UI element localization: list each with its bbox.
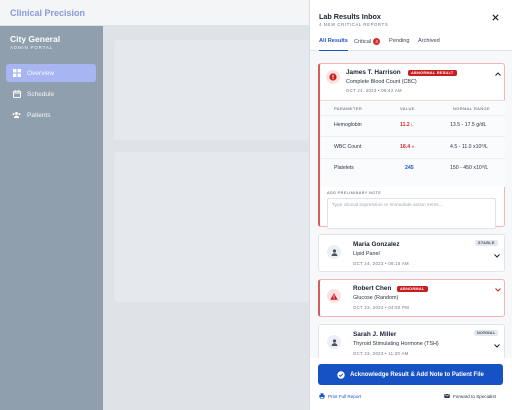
result-card[interactable]: James T. Harrison ABNORMAL RESULT Comple… <box>318 63 505 229</box>
placeholder-card <box>114 40 309 140</box>
test-name: Thyroid Stimulating Hormone (TSH) <box>353 341 439 347</box>
patient-name: Sarah J. Miller <box>353 331 397 338</box>
result-card[interactable]: Sarah J. Miller NORMAL Thyroid Stimulati… <box>318 324 505 358</box>
param-value: 245 <box>405 165 414 171</box>
status-badge: ABNORMAL <box>397 286 428 292</box>
calendar-icon <box>12 90 21 99</box>
acknowledge-button[interactable]: Acknowledge Result & Add Note to Patient… <box>318 364 503 385</box>
param-value: 11.2 L <box>400 122 413 128</box>
person-icon <box>327 245 341 259</box>
results-list: James T. Harrison ABNORMAL RESULT Comple… <box>310 51 512 358</box>
check-circle-icon <box>337 370 345 379</box>
sidebar: City General ADMIN PORTAL Overview Sched… <box>0 26 103 410</box>
org-subtitle: ADMIN PORTAL <box>10 45 53 50</box>
close-icon[interactable] <box>490 12 500 22</box>
org-name: City General <box>10 34 61 44</box>
chevron-down-icon[interactable] <box>493 252 500 259</box>
forward-label: Forward to Specialist <box>453 393 496 399</box>
test-name: Glucose (Random) <box>353 295 399 301</box>
lab-results-panel: Lab Results Inbox 4 NEW CRITICAL REPORTS… <box>309 0 512 410</box>
param-value: 18.4 H <box>400 144 414 150</box>
forward-icon <box>444 394 450 398</box>
chevron-up-icon[interactable] <box>494 70 501 77</box>
app-window: { "app":{"brand":"Clinical Precision"}, … <box>0 0 512 410</box>
app-brand: Clinical Precision <box>10 8 86 18</box>
chevron-down-icon[interactable] <box>493 342 500 349</box>
status-badge: STABLE <box>475 240 498 246</box>
param-name: Hemoglobin <box>334 122 362 128</box>
forward-specialist-link[interactable]: Forward to Specialist <box>444 393 496 399</box>
divider <box>320 115 505 116</box>
critical-count-badge: 4 <box>373 38 381 45</box>
preliminary-note-input[interactable] <box>327 198 496 229</box>
printer-icon <box>319 393 325 399</box>
status-badge: ABNORMAL RESULT <box>408 70 457 76</box>
sidebar-item-label: Patients <box>27 111 51 119</box>
param-name: WBC Count <box>334 144 362 150</box>
panel-title: Lab Results Inbox <box>319 12 381 21</box>
results-table: PARAMETER VALUE NORMAL RANGE Hemoglobin … <box>320 101 505 187</box>
main-content-dimmed <box>103 26 309 410</box>
table-header: NORMAL RANGE <box>453 106 491 111</box>
result-tabs: All Results Critical 4 Pending Archived <box>310 35 512 51</box>
divider <box>320 136 505 137</box>
sidebar-item-overview[interactable]: Overview <box>6 64 96 82</box>
warning-icon <box>327 289 341 303</box>
result-date: OCT 24, 2023 • 09:42 AM <box>346 88 402 93</box>
tab-label: Critical <box>354 38 372 45</box>
result-date: OCT 23, 2023 • 04:50 PM <box>353 305 410 310</box>
patient-name: Robert Chen <box>353 285 392 292</box>
test-name: Lipid Panel <box>353 251 380 257</box>
divider <box>320 158 505 159</box>
sidebar-item-label: Overview <box>27 69 55 77</box>
print-report-link[interactable]: Print Full Report <box>319 393 361 399</box>
panel-subtitle: 4 NEW CRITICAL REPORTS <box>319 22 389 27</box>
result-card[interactable]: Maria Gonzalez STABLE Lipid Panel OCT 24… <box>318 234 505 272</box>
param-range: 150 - 450 x10⁹/L <box>450 165 489 171</box>
sidebar-item-label: Schedule <box>27 90 55 98</box>
param-range: 4.5 - 11.0 x10⁹/L <box>450 144 488 150</box>
flag-text: L <box>411 123 414 127</box>
value-text: 11.2 <box>400 122 410 128</box>
patient-name: Maria Gonzalez <box>353 241 400 248</box>
table-header: VALUE <box>400 106 415 111</box>
users-icon <box>12 111 21 120</box>
placeholder-card <box>114 152 309 302</box>
result-date: OCT 23, 2023 • 11:20 AM <box>353 351 409 356</box>
test-name: Complete Blood Count (CBC) <box>346 79 417 85</box>
note-label: ADD PRELIMINARY NOTE <box>327 191 382 195</box>
alert-circle-icon <box>326 70 340 84</box>
print-label: Print Full Report <box>328 393 362 399</box>
sidebar-item-patients[interactable]: Patients <box>6 106 96 124</box>
value-text: 18.4 <box>400 144 411 150</box>
status-badge: NORMAL <box>474 330 499 336</box>
table-header: PARAMETER <box>334 106 363 111</box>
result-date: OCT 24, 2023 • 08:15 AM <box>353 261 409 266</box>
result-card[interactable]: Robert Chen ABNORMAL Glucose (Random) OC… <box>318 279 505 317</box>
patient-name: James T. Harrison <box>346 69 401 76</box>
param-range: 13.5 - 17.5 g/dL <box>450 122 487 128</box>
flag-text: H <box>411 145 415 149</box>
person-icon <box>327 335 341 349</box>
sidebar-item-schedule[interactable]: Schedule <box>6 85 96 103</box>
tab-critical[interactable]: Critical 4 <box>354 38 381 51</box>
chevron-down-icon[interactable] <box>494 286 501 293</box>
panel-footer: Acknowledge Result & Add Note to Patient… <box>310 358 512 410</box>
tab-pending[interactable]: Pending <box>389 38 410 51</box>
acknowledge-label: Acknowledge Result & Add Note to Patient… <box>350 371 484 378</box>
grid-icon <box>12 69 21 78</box>
tab-archived[interactable]: Archived <box>418 38 440 51</box>
tab-all-results[interactable]: All Results <box>319 38 348 51</box>
param-name: Platelets <box>334 165 354 171</box>
